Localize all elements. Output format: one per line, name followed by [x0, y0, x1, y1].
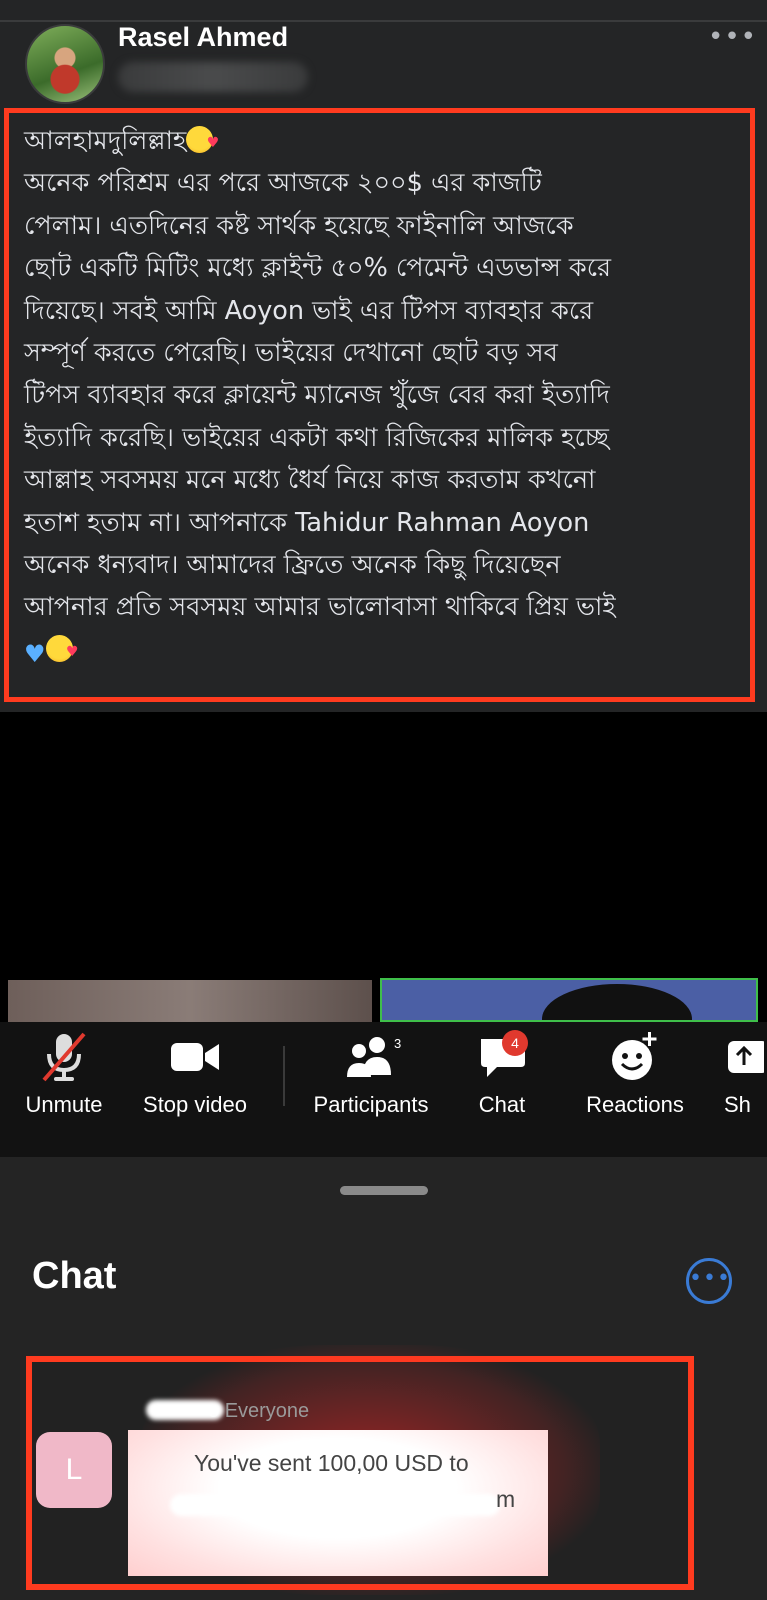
author-avatar[interactable]	[25, 24, 105, 104]
divider	[0, 20, 767, 22]
chat-title: Chat	[32, 1255, 117, 1297]
reactions-label: Reactions	[586, 1092, 684, 1117]
chat-unread-badge: 4	[502, 1030, 528, 1056]
post-line: হতাশ হতাম না। আপনাকে Tahidur Rahman Aoyo…	[24, 507, 590, 538]
post-line: ইত্যাদি করেছি। ভাইয়ের একটা কথা রিজিকের …	[24, 422, 609, 453]
author-name[interactable]: Rasel Ahmed	[118, 22, 288, 53]
redacted-post-meta	[118, 62, 308, 92]
post-line: আলহামদুলিল্লাহ	[24, 120, 754, 164]
redacted-recipient	[170, 1494, 500, 1516]
post-line: টিপস ব্যাবহার করে ক্লায়েন্ট ম্যানেজ খুঁ…	[24, 380, 610, 411]
participants-label: Participants	[313, 1092, 429, 1117]
chat-message-tail: m	[496, 1486, 516, 1512]
post-line: অনেক ধন্যবাদ। আমাদের ফ্রিতে অনেক কিছু দি…	[24, 550, 561, 581]
post-text: আলহামদুলিল্লাহ অনেক পরিশ্রম এর পরে আজকে …	[24, 120, 754, 675]
post-line: ♥	[24, 629, 754, 675]
post-line: আপনার প্রতি সবসময় আমার ভালোবাসা থাকিবে …	[24, 592, 616, 623]
share-button[interactable]: Sh	[724, 1030, 767, 1118]
participants-button[interactable]: 3 Participants	[308, 1030, 434, 1118]
post-line: আল্লাহ সবসময় মনে মধ্যে ধৈর্য নিয়ে কাজ …	[24, 465, 596, 496]
recipient-everyone: Everyone	[224, 1400, 310, 1422]
chat-message-text: You've sent 100,00 USD to	[194, 1450, 469, 1476]
redacted-sender-name	[146, 1400, 224, 1420]
chat-label: Chat	[478, 1092, 526, 1117]
video-tile-participant-2-active[interactable]	[380, 978, 758, 1022]
toolbar-divider	[283, 1046, 285, 1106]
sender-avatar: L	[36, 1432, 112, 1508]
reactions-button[interactable]: Reactions	[578, 1030, 692, 1118]
video-tile-participant-1[interactable]	[8, 980, 372, 1022]
unmute-button[interactable]: Unmute	[18, 1030, 110, 1118]
stop-video-button[interactable]: Stop video	[140, 1030, 250, 1118]
share-label: Sh	[724, 1092, 751, 1117]
participants-count: 3	[394, 1036, 402, 1051]
stop-video-label: Stop video	[143, 1092, 247, 1117]
sheet-drag-handle[interactable]	[340, 1186, 428, 1195]
post-line: ছোট একটি মিটিং মধ্যে ক্লাইন্ট ৫০% পেমেন্…	[24, 253, 611, 284]
post-line: সম্পূর্ণ করতে পেরেছি। ভাইয়ের দেখানো ছোট…	[24, 338, 558, 369]
chat-button[interactable]: 4 Chat	[464, 1030, 540, 1118]
smiling-face-with-hearts-icon	[186, 122, 219, 164]
chat-more-options-icon[interactable]: •••	[686, 1258, 732, 1304]
participants-icon: 3	[308, 1030, 434, 1084]
post-line: দিয়েছে। সবই আমি Aoyon ভাই এর টিপস ব্যাব…	[24, 295, 594, 326]
share-screen-icon	[724, 1030, 767, 1084]
post-line: অনেক পরিশ্রম এর পরে আজকে ২০০$ এর কাজটি	[24, 168, 542, 199]
unmute-label: Unmute	[25, 1092, 103, 1117]
post-line: পেলাম। এতদিনের কষ্ট সার্থক হয়েছে ফাইনাল…	[24, 210, 574, 241]
more-options-icon[interactable]: •••	[708, 22, 757, 52]
video-camera-icon	[140, 1030, 250, 1084]
participant-video-feed	[542, 984, 692, 1020]
blue-heart-icon: ♥	[24, 639, 46, 668]
muted-microphone-icon	[18, 1030, 110, 1084]
add-reaction-icon	[578, 1030, 692, 1084]
smiling-face-with-hearts-icon	[45, 631, 79, 673]
chat-bubble-icon: 4	[464, 1030, 540, 1084]
